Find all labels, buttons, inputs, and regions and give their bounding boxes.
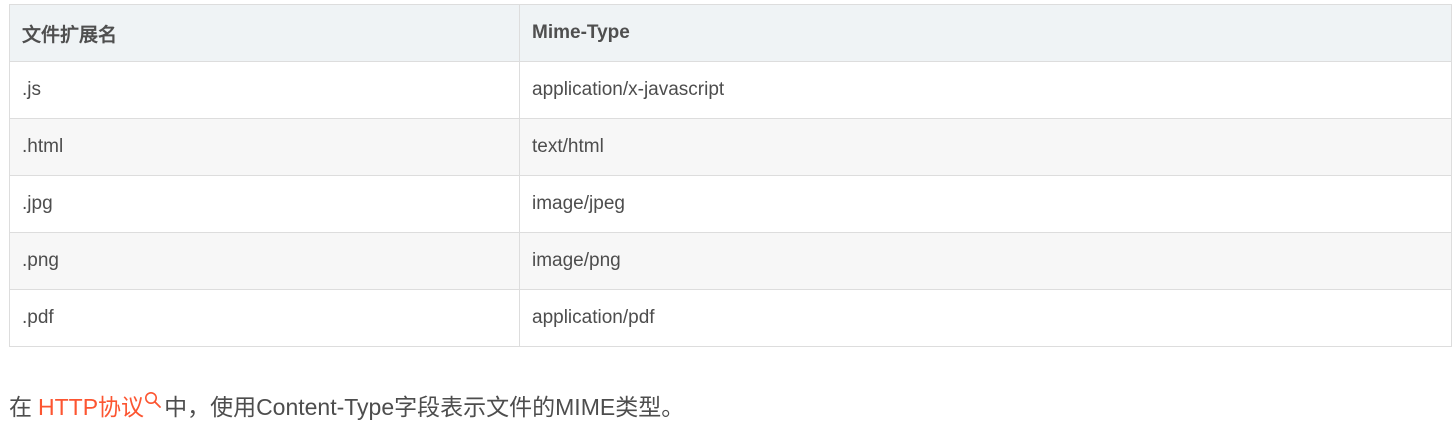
http-protocol-link[interactable]: HTTP协议 [38,391,164,420]
caption-suffix: 中，使用Content-Type字段表示文件的MIME类型。 [164,394,685,420]
table-row: .js application/x-javascript [9,61,1452,119]
table-header-row: 文件扩展名 Mime-Type [9,4,1452,62]
column-header-mime-type: Mime-Type [519,4,1452,62]
cell-extension: .jpg [9,175,520,233]
http-protocol-link-text: HTTP协议 [38,394,145,420]
cell-extension: .js [9,61,520,119]
cell-extension: .html [9,118,520,176]
cell-mime-type: application/pdf [519,289,1452,347]
table-row: .png image/png [9,232,1452,290]
cell-extension: .pdf [9,289,520,347]
table-row: .jpg image/jpeg [9,175,1452,233]
search-icon[interactable] [144,391,162,409]
caption-prefix: 在 [9,394,32,420]
cell-extension: .png [9,232,520,290]
mime-type-table: 文件扩展名 Mime-Type .js application/x-javasc… [9,4,1452,347]
cell-mime-type: application/x-javascript [519,61,1452,119]
table-row: .html text/html [9,118,1452,176]
table-row: .pdf application/pdf [9,289,1452,347]
column-header-extension: 文件扩展名 [9,4,520,62]
cell-mime-type: image/png [519,232,1452,290]
caption-paragraph: 在 HTTP协议 中，使用Content-Type字段表示文件的MIME类型。 [9,390,684,424]
cell-mime-type: text/html [519,118,1452,176]
mime-type-table-container: 文件扩展名 Mime-Type .js application/x-javasc… [9,4,1452,347]
cell-mime-type: image/jpeg [519,175,1452,233]
